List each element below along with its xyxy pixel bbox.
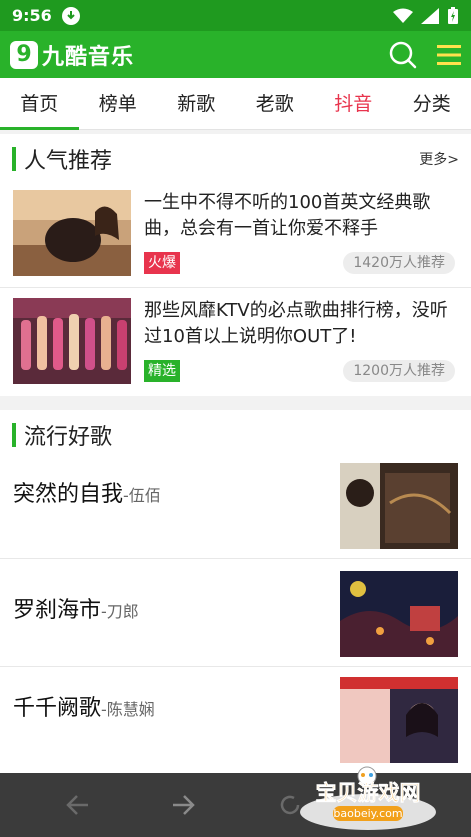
battery-icon [448,6,458,24]
menu-icon[interactable] [437,44,461,66]
playlist-thumbnail [13,190,131,276]
featured-badge: 精选 [144,360,180,382]
album-cover [340,677,458,763]
song-title: 突然的自我 [13,482,124,507]
song-name: 突然的自我-伍佰 [13,476,161,508]
popular-section: 流行好歌 突然的自我-伍佰 罗刹海市-刀郎 千千阙歌-陈慧娴 [0,410,471,780]
song-title: 千千阙歌 [13,696,102,721]
nav-tabs: 首页 榜单 新歌 老歌 抖音 分类 [0,78,471,130]
playlist-title: 那些风靡KTV的必点歌曲排行榜，没听过10首以上说明你OUT了! [144,300,448,347]
search-icon[interactable] [389,41,417,69]
logo-text: 九酷音乐 [42,44,135,70]
section-accent-bar [12,147,16,171]
song-name: 千千阙歌-陈慧娴 [13,690,155,722]
playlist-title: 一生中不得不听的100首英文经典歌曲，总会有一首让你爱不释手 [144,192,431,239]
album-cover [340,463,458,549]
more-link[interactable]: 更多> [419,149,459,169]
song-title: 罗刹海市 [13,598,102,623]
section-header: 流行好歌 [0,410,471,460]
recommend-item[interactable]: 那些风靡KTV的必点歌曲排行榜，没听过10首以上说明你OUT了! 精选 1200… [0,298,471,406]
song-artist: -陈慧娴 [101,700,155,719]
logo-badge: 9 [10,40,38,69]
download-icon [61,6,80,25]
divider [0,666,471,667]
song-item[interactable]: 罗刹海市-刀郎 [0,566,471,672]
song-artist: -伍佰 [123,486,161,505]
divider [0,287,471,288]
tab-categories[interactable]: 分类 [393,78,471,130]
recommend-section: 人气推荐 更多> 一生中不得不听的100首英文经典歌曲，总会有一首让你爱不释手 … [0,134,471,396]
app-logo[interactable]: 9 九酷音乐 [10,39,134,71]
album-cover [340,571,458,657]
playlist-thumbnail [13,298,131,384]
watermark-logo: 宝贝游戏网 baobeiy.com [293,766,443,832]
tab-charts[interactable]: 榜单 [79,78,158,130]
forward-arrow-icon[interactable] [171,794,195,816]
song-name: 罗刹海市-刀郎 [13,592,139,624]
tab-new-songs[interactable]: 新歌 [157,78,236,130]
svg-text:baobeiy.com: baobeiy.com [333,807,402,820]
hot-badge: 火爆 [144,252,180,274]
section-title: 人气推荐 [24,149,113,174]
divider [0,558,471,559]
song-item[interactable]: 突然的自我-伍佰 [0,460,471,566]
section-title: 流行好歌 [24,425,113,450]
wifi-icon [393,8,413,23]
recommend-count: 1200万人推荐 [343,360,455,382]
section-accent-bar [12,423,16,447]
status-time: 9:56 [12,6,52,25]
tab-home[interactable]: 首页 [0,78,79,130]
tab-douyin[interactable]: 抖音 [314,78,393,130]
section-header: 人气推荐 更多> [0,134,471,184]
back-arrow-icon[interactable] [66,794,90,816]
song-artist: -刀郎 [101,602,139,621]
recommend-count: 1420万人推荐 [343,252,455,274]
recommend-item[interactable]: 一生中不得不听的100首英文经典歌曲，总会有一首让你爱不释手 火爆 1420万人… [0,190,471,298]
song-item[interactable]: 千千阙歌-陈慧娴 [0,674,471,780]
tab-old-songs[interactable]: 老歌 [236,78,315,130]
app-bar: 9 九酷音乐 [0,31,471,78]
signal-icon [421,7,439,24]
status-bar: 9:56 [0,0,471,31]
svg-text:宝贝游戏网: 宝贝游戏网 [316,781,421,805]
